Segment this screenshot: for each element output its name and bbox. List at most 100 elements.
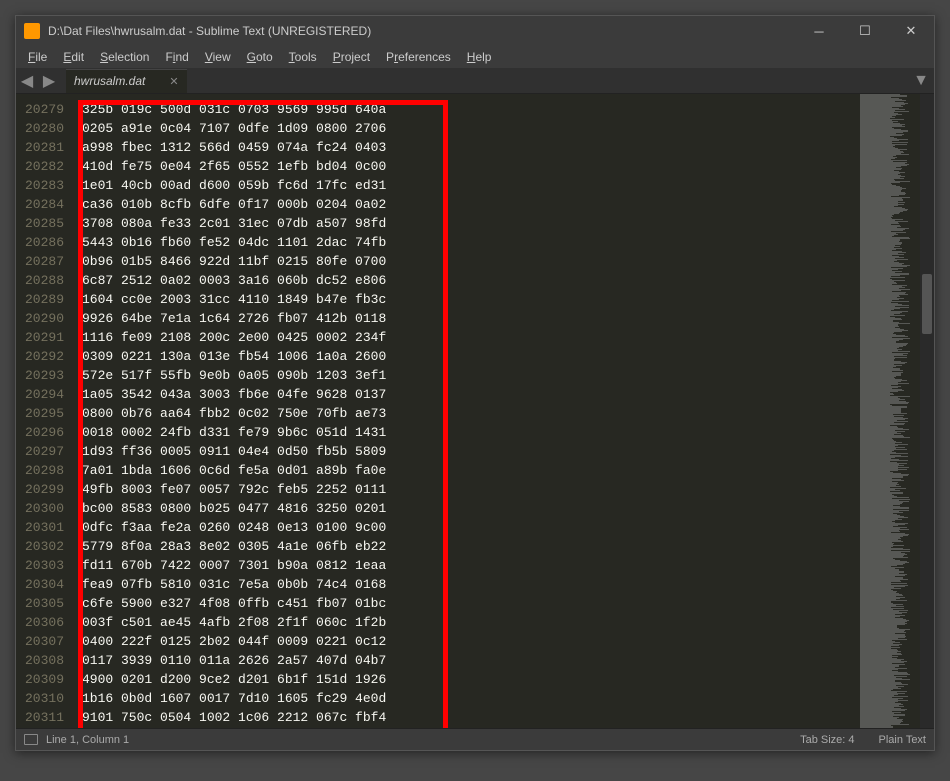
- scrollbar[interactable]: [920, 94, 934, 728]
- tab-size[interactable]: Tab Size: 4: [800, 734, 854, 746]
- minimize-button[interactable]: ─: [796, 16, 842, 46]
- line-number: 20310: [16, 689, 74, 708]
- line-number: 20303: [16, 556, 74, 575]
- menu-help[interactable]: Help: [459, 48, 500, 66]
- line-number: 20280: [16, 119, 74, 138]
- line-number: 20285: [16, 214, 74, 233]
- tab-close-icon[interactable]: ✕: [169, 75, 178, 88]
- window-title: D:\Dat Files\hwrusalm.dat - Sublime Text…: [48, 24, 796, 38]
- line-number: 20312: [16, 727, 74, 728]
- scroll-thumb[interactable]: [922, 274, 932, 334]
- line-number: 20289: [16, 290, 74, 309]
- sublime-window: D:\Dat Files\hwrusalm.dat - Sublime Text…: [15, 15, 935, 751]
- code-line: a998 fbec 1312 566d 0459 074a fc24 0403: [74, 138, 856, 157]
- code-line: 0205 a91e 0c04 7107 0dfe 1d09 0800 2706: [74, 119, 856, 138]
- menu-project[interactable]: Project: [325, 48, 378, 66]
- line-number: 20300: [16, 499, 74, 518]
- line-number: 20294: [16, 385, 74, 404]
- code-content[interactable]: 325b 019c 500d 031c 0703 9569 995d 640a0…: [74, 94, 856, 728]
- maximize-button[interactable]: ☐: [842, 16, 888, 46]
- line-number: 20302: [16, 537, 74, 556]
- tab-label: hwrusalm.dat: [74, 74, 145, 88]
- tab-dropdown-icon[interactable]: ▼: [908, 70, 934, 92]
- syntax-mode[interactable]: Plain Text: [879, 734, 927, 746]
- line-number: 20279: [16, 100, 74, 119]
- menu-edit[interactable]: Edit: [55, 48, 92, 66]
- code-line: 572e 517f 55fb 9e0b 0a05 090b 1203 3ef1: [74, 366, 856, 385]
- code-line: 410d fe75 0e04 2f65 0552 1efb bd04 0c00: [74, 157, 856, 176]
- line-number: 20293: [16, 366, 74, 385]
- nav-back-icon[interactable]: ◀: [16, 70, 38, 92]
- menu-view[interactable]: View: [197, 48, 239, 66]
- line-number: 20308: [16, 651, 74, 670]
- line-number: 20298: [16, 461, 74, 480]
- code-line: 5779 8f0a 28a3 8e02 0305 4a1e 06fb eb22: [74, 537, 856, 556]
- statusbar: Line 1, Column 1 Tab Size: 4 Plain Text: [16, 728, 934, 750]
- cursor-position[interactable]: Line 1, Column 1: [46, 734, 129, 746]
- app-icon: [24, 23, 40, 39]
- code-line: 1e01 40cb 00ad d600 059b fc6d 17fc ed31: [74, 176, 856, 195]
- line-number: 20284: [16, 195, 74, 214]
- code-line: 1116 fe09 2108 200c 2e00 0425 0002 234f: [74, 328, 856, 347]
- menu-goto[interactable]: Goto: [239, 48, 281, 66]
- line-number: 20304: [16, 575, 74, 594]
- menu-find[interactable]: Find: [157, 48, 196, 66]
- line-number: 20290: [16, 309, 74, 328]
- code-line: fea9 07fb 5810 031c 7e5a 0b0b 74c4 0168: [74, 575, 856, 594]
- code-line: 0800 0b76 aa64 fbb2 0c02 750e 70fb ae73: [74, 404, 856, 423]
- code-line: 9926 64be 7e1a 1c64 2726 fb07 412b 0118: [74, 309, 856, 328]
- code-line: 3708 080a fe33 2c01 31ec 07db a507 98fd: [74, 214, 856, 233]
- code-line: 0b96 01b5 8466 922d 11bf 0215 80fe 0700: [74, 252, 856, 271]
- menu-tools[interactable]: Tools: [281, 48, 325, 66]
- line-number: 20296: [16, 423, 74, 442]
- code-line: 0309 0221 130a 013e fb54 1006 1a0a 2600: [74, 347, 856, 366]
- editor-area: 2027920280202812028220283202842028520286…: [16, 94, 934, 728]
- line-number: 20306: [16, 613, 74, 632]
- code-line: fd11 670b 7422 0007 7301 b90a 0812 1eaa: [74, 556, 856, 575]
- file-tab[interactable]: hwrusalm.dat ✕: [66, 69, 187, 93]
- line-number: 20283: [16, 176, 74, 195]
- code-line: 0dfc f3aa fe2a 0260 0248 0e13 0100 9c00: [74, 518, 856, 537]
- line-number: 20287: [16, 252, 74, 271]
- code-line: ca36 010b 8cfb 6dfe 0f17 000b 0204 0a02: [74, 195, 856, 214]
- line-number: 20282: [16, 157, 74, 176]
- minimap[interactable]: [856, 94, 920, 728]
- code-line: c6fe 5900 e327 4f08 0ffb c451 fb07 01bc: [74, 594, 856, 613]
- line-number: 20311: [16, 708, 74, 727]
- code-line: 4900 0201 d200 9ce2 d201 6b1f 151d 1926: [74, 670, 856, 689]
- code-line: 003f c501 ae45 4afb 2f08 2f1f 060c 1f2b: [74, 613, 856, 632]
- menu-file[interactable]: File: [20, 48, 55, 66]
- line-gutter: 2027920280202812028220283202842028520286…: [16, 94, 74, 728]
- menu-selection[interactable]: Selection: [92, 48, 157, 66]
- titlebar: D:\Dat Files\hwrusalm.dat - Sublime Text…: [16, 16, 934, 46]
- line-number: 20286: [16, 233, 74, 252]
- window-controls: ─ ☐ ✕: [796, 16, 934, 46]
- line-number: 20301: [16, 518, 74, 537]
- menu-preferences[interactable]: Preferences: [378, 48, 459, 66]
- line-number: 20309: [16, 670, 74, 689]
- code-line: 1b16 0b0d 1607 0017 7d10 1605 fc29 4e0d: [74, 689, 856, 708]
- line-number: 20295: [16, 404, 74, 423]
- tab-bar: ◀ ▶ hwrusalm.dat ✕ ▼: [16, 68, 934, 94]
- code-line: 0400 222f 0125 2b02 044f 0009 0221 0c12: [74, 632, 856, 651]
- code-line: 0018 0002 24fb d331 fe79 9b6c 051d 1431: [74, 423, 856, 442]
- code-line: 1604 cc0e 2003 31cc 4110 1849 b47e fb3c: [74, 290, 856, 309]
- code-line: 5443 0b16 fb60 fe52 04dc 1101 2dac 74fb: [74, 233, 856, 252]
- nav-forward-icon[interactable]: ▶: [38, 70, 60, 92]
- line-number: 20292: [16, 347, 74, 366]
- line-number: 20297: [16, 442, 74, 461]
- code-line: 325b 019c 500d 031c 0703 9569 995d 640a: [74, 100, 856, 119]
- line-number: 20307: [16, 632, 74, 651]
- code-line: 1a05 3542 043a 3003 fb6e 04fe 9628 0137: [74, 385, 856, 404]
- panel-icon[interactable]: [24, 734, 38, 745]
- close-button[interactable]: ✕: [888, 16, 934, 46]
- code-line: 1d93 ff36 0005 0911 04e4 0d50 fb5b 5809: [74, 442, 856, 461]
- code-line: fbf9 de15 0071 3635 7417 621e 8d62 000e: [74, 727, 856, 728]
- line-number: 20305: [16, 594, 74, 613]
- code-line: 9101 750c 0504 1002 1c06 2212 067c fbf4: [74, 708, 856, 727]
- line-number: 20288: [16, 271, 74, 290]
- code-line: bc00 8583 0800 b025 0477 4816 3250 0201: [74, 499, 856, 518]
- code-line: 7a01 1bda 1606 0c6d fe5a 0d01 a89b fa0e: [74, 461, 856, 480]
- code-line: 49fb 8003 fe07 0057 792c feb5 2252 0111: [74, 480, 856, 499]
- line-number: 20299: [16, 480, 74, 499]
